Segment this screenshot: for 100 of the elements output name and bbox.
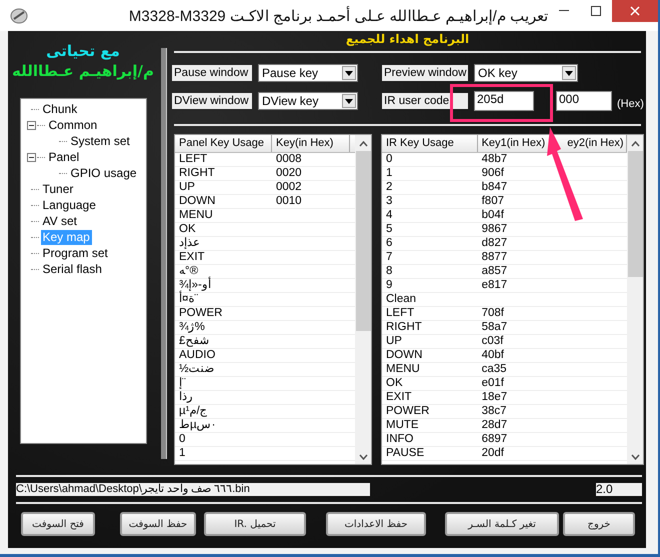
- table-cell-text: c03f: [480, 335, 504, 348]
- table-cell-text: 906f: [480, 167, 505, 180]
- unit-label: (Hex): [617, 98, 644, 110]
- tree-item[interactable]: GPIO usage: [68, 166, 139, 180]
- dropdown[interactable]: OK key: [474, 64, 578, 82]
- scroll-down-icon[interactable]: [358, 454, 368, 460]
- table-cell-text: PAUSE: [385, 447, 426, 460]
- column-header[interactable]: Key1(in Hex): [482, 137, 546, 149]
- table-cell-text: RIGHT: [178, 167, 216, 180]
- table-cell-text: 9867: [480, 223, 508, 236]
- tree-item[interactable]: Panel: [46, 150, 82, 164]
- table-cell-text: AUDIO: [178, 349, 216, 362]
- table-cell-text: DOWN: [385, 349, 424, 362]
- table-cell-text: ¾ژ%: [178, 321, 206, 334]
- action-button[interactable]: تغير كـلمة السـر: [445, 512, 559, 536]
- table-cell-text: رذا: [178, 391, 194, 404]
- table-cell-text: 58a7: [480, 321, 508, 334]
- close-icon: [630, 6, 640, 16]
- table-cell-text: 40bf: [480, 349, 505, 362]
- tree-item[interactable]: Serial flash: [40, 262, 104, 276]
- table-cell-text: b847: [480, 181, 508, 194]
- table-cell-text: 2: [385, 181, 394, 194]
- table-cell-text: µج/م¹: [178, 405, 209, 418]
- maximize-icon: [591, 6, 601, 16]
- table-cell-text: MUTE: [385, 419, 420, 432]
- tree-item[interactable]: System set: [68, 134, 132, 148]
- table-cell-text: RIGHT: [385, 321, 423, 334]
- table-cell-text: 0: [385, 153, 394, 166]
- column-header[interactable]: Key(in Hex): [276, 137, 334, 149]
- table-cell-text: 0: [178, 433, 186, 446]
- dropdown-arrow-icon: [565, 70, 573, 76]
- dropdown[interactable]: DView key: [258, 92, 358, 110]
- table-cell-text: 0010: [275, 195, 303, 208]
- table-cell: ة¤أ¨: [175, 293, 272, 306]
- table-cell-text: e817: [480, 279, 508, 292]
- scroll-up-icon[interactable]: [630, 141, 640, 147]
- action-button[interactable]: حفظ السوفت: [120, 512, 196, 536]
- scrollbar[interactable]: [627, 135, 643, 464]
- dropdown-arrow-icon: [345, 70, 353, 76]
- table-cell-text: 0008: [275, 153, 303, 166]
- table-cell-text: 1: [178, 447, 186, 460]
- table-cell-text: 0002: [275, 181, 303, 194]
- table-cell-text: ﻪ°®: [178, 265, 198, 277]
- table-cell-text: OK: [178, 223, 197, 236]
- close-button[interactable]: [612, 0, 658, 22]
- table-cell-text: f807: [480, 195, 505, 208]
- minimize-icon: [559, 10, 569, 12]
- table-cell-text: 4: [385, 209, 394, 222]
- table-cell-text: POWER: [385, 405, 430, 418]
- table-cell-text: إ¨: [178, 377, 187, 390]
- table-cell-text: 38c7: [480, 405, 508, 418]
- input-field[interactable]: 205d: [474, 91, 534, 111]
- tree-item[interactable]: Tuner: [40, 182, 76, 196]
- field-label: IR user code: [382, 93, 468, 109]
- table-cell-text: 8: [385, 265, 394, 278]
- table-cell-text: 1: [385, 167, 394, 180]
- dedication-text: م/إبراهيـم عـطاالله: [12, 61, 154, 81]
- table-cell-text: 7: [385, 251, 394, 264]
- table-cell-text: INFO: [385, 433, 414, 446]
- table-cell-text: e01f: [480, 377, 505, 390]
- scroll-down-icon[interactable]: [630, 454, 640, 460]
- table-cell-text: 3: [385, 195, 394, 208]
- file-path: C:\Users\ahmad\Desktop\٦٦٦ صف واحد تايجر.bin: [16, 483, 370, 496]
- table-cell-text: 48b7: [480, 153, 508, 166]
- dropdown[interactable]: Pause key: [258, 64, 358, 82]
- input-field[interactable]: 000: [556, 91, 612, 111]
- tree-item[interactable]: Chunk: [40, 102, 80, 116]
- tree-item[interactable]: AV set: [40, 214, 79, 228]
- scrollbar[interactable]: [355, 135, 371, 464]
- table-cell-text: 28d7: [480, 419, 508, 432]
- table-cell-text: 18e7: [480, 391, 508, 404]
- tree-item[interactable]: Common: [46, 118, 100, 132]
- table-cell-text: عذإد: [178, 237, 201, 250]
- column-header[interactable]: IR Key Usage: [386, 137, 454, 149]
- column-header[interactable]: ey2(in Hex): [567, 137, 624, 149]
- collapse-icon[interactable]: [26, 152, 36, 162]
- action-button[interactable]: IR. تحميل: [204, 512, 306, 536]
- collapse-icon[interactable]: [26, 120, 36, 130]
- table-cell-text: b04f: [480, 209, 505, 222]
- table-cell-text: 5: [385, 223, 394, 236]
- action-button[interactable]: خروج: [563, 512, 635, 536]
- action-button[interactable]: حفظ الاعدادات: [326, 512, 426, 536]
- dedication-text: مع تحياتى: [45, 41, 121, 61]
- banner-text: البرنامج اهداء للجميع: [344, 31, 470, 48]
- table-cell-text: ca35: [480, 363, 508, 376]
- action-button[interactable]: فتح السوفت: [21, 512, 95, 536]
- table-cell-text: ½ضنت: [178, 363, 216, 376]
- table-cell-text: UP: [178, 181, 196, 194]
- version-text: 2.0: [596, 483, 642, 496]
- table-cell-text: a857: [480, 265, 508, 278]
- tree-item[interactable]: Program set: [40, 246, 110, 260]
- field-label: Preview window: [382, 65, 468, 81]
- table-cell: ¾أو-«إ: [175, 279, 272, 292]
- column-header[interactable]: Panel Key Usage: [179, 137, 264, 149]
- table-cell-text: 20df: [480, 447, 505, 460]
- table-cell-text: طµس·: [178, 419, 216, 432]
- table-cell-text: OK: [385, 377, 404, 390]
- table-cell-text: 6: [385, 237, 394, 250]
- tree-item[interactable]: Language: [40, 198, 98, 212]
- scroll-up-icon[interactable]: [358, 141, 368, 147]
